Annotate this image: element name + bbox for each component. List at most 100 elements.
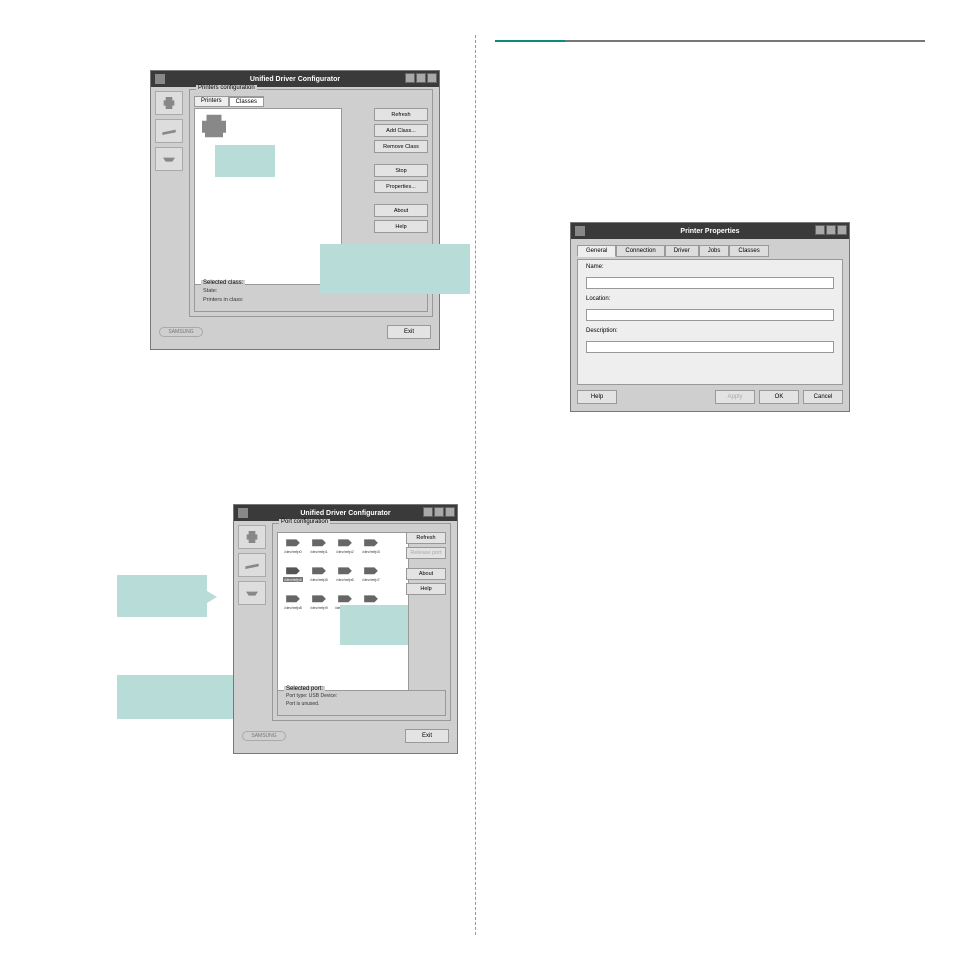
section-rule xyxy=(495,40,925,42)
minimize-button[interactable] xyxy=(405,73,415,83)
properties-button[interactable]: Properties... xyxy=(374,180,428,193)
module-sidebar xyxy=(238,525,268,609)
ports-module-icon[interactable] xyxy=(238,581,266,605)
exit-button[interactable]: Exit xyxy=(387,325,431,339)
tab-connection[interactable]: Connection xyxy=(616,245,664,257)
tab-printers[interactable]: Printers xyxy=(194,96,229,107)
help-button[interactable]: Help xyxy=(406,583,446,595)
port-icon xyxy=(284,592,302,604)
dialog-button-bar: Help Apply OK Cancel xyxy=(577,390,843,406)
remove-class-button[interactable]: Remove Class xyxy=(374,140,428,153)
tab-driver[interactable]: Driver xyxy=(665,245,699,257)
window-driver-configurator-ports: Unified Driver Configurator Port configu… xyxy=(233,504,458,754)
state-label: State: xyxy=(203,288,217,294)
window-footer: SAMSUNG Exit xyxy=(159,323,431,341)
close-button[interactable] xyxy=(837,225,847,235)
port-item[interactable]: /dev/mfp0 xyxy=(281,536,305,562)
tab-general[interactable]: General xyxy=(577,245,616,257)
location-label: Location: xyxy=(586,296,834,302)
location-field-row: Location: xyxy=(586,296,834,321)
help-button[interactable]: Help xyxy=(374,220,428,233)
printer-module-icon[interactable] xyxy=(238,525,266,549)
printer-module-icon[interactable] xyxy=(155,91,183,115)
port-item[interactable]: /dev/mfp1 xyxy=(307,536,331,562)
minimize-button[interactable] xyxy=(826,225,836,235)
add-class-button[interactable]: Add Class... xyxy=(374,124,428,137)
port-item-selected[interactable]: /dev/mfp4 xyxy=(281,564,305,590)
port-item[interactable]: /dev/mfp3 xyxy=(359,536,383,562)
module-sidebar xyxy=(155,91,185,175)
class-action-buttons: Refresh Add Class... Remove Class Stop P… xyxy=(374,108,428,236)
ports-module-icon[interactable] xyxy=(155,147,183,171)
tab-classes[interactable]: Classes xyxy=(229,96,264,107)
brand-logo: SAMSUNG xyxy=(159,327,203,337)
port-status-label: Port is unused. xyxy=(286,701,319,707)
window-printer-properties: Printer Properties General Connection Dr… xyxy=(570,222,850,412)
titlebar: Printer Properties xyxy=(571,223,849,239)
stop-button[interactable]: Stop xyxy=(374,164,428,177)
ports-pane: /dev/mfp0 /dev/mfp1 /dev/mfp2 /dev/mfp3 … xyxy=(277,532,409,692)
port-item[interactable]: /dev/mfp6 xyxy=(333,564,357,590)
port-item[interactable]: /dev/mfp7 xyxy=(359,564,383,590)
port-label: /dev/mfp2 xyxy=(336,549,354,554)
annotation-callout xyxy=(215,145,275,177)
apply-button[interactable]: Apply xyxy=(715,390,755,404)
close-button[interactable] xyxy=(427,73,437,83)
annotation-callout xyxy=(340,605,408,645)
port-icon xyxy=(284,536,302,548)
port-type-label: Port type: USB Device: xyxy=(286,693,337,699)
port-label: /dev/mfp9 xyxy=(310,605,328,610)
scanner-module-icon[interactable] xyxy=(238,553,266,577)
annotation-callout xyxy=(320,244,470,294)
maximize-button[interactable] xyxy=(416,73,426,83)
cancel-button[interactable]: Cancel xyxy=(803,390,843,404)
help-hint-button[interactable] xyxy=(815,225,825,235)
general-tab-panel: Name: Location: Description: xyxy=(577,259,843,385)
window-title: Unified Driver Configurator xyxy=(250,76,340,83)
selected-class-caption: Selected class: xyxy=(201,280,245,286)
tab-classes[interactable]: Classes xyxy=(729,245,768,257)
group-label: Port configuration xyxy=(279,519,330,525)
port-item[interactable]: /dev/mfp5 xyxy=(307,564,331,590)
refresh-button[interactable]: Refresh xyxy=(374,108,428,121)
port-icon xyxy=(336,536,354,548)
port-icon xyxy=(336,592,354,604)
annotation-callout-selected-port xyxy=(117,675,237,719)
port-item[interactable]: /dev/mfp8 xyxy=(281,592,305,618)
scanner-module-icon[interactable] xyxy=(155,119,183,143)
release-port-button[interactable]: Release port xyxy=(406,547,446,559)
port-icon xyxy=(336,564,354,576)
port-item[interactable]: /dev/mfp2 xyxy=(333,536,357,562)
exit-button[interactable]: Exit xyxy=(405,729,449,743)
port-item[interactable]: /dev/mfp9 xyxy=(307,592,331,618)
window-driver-configurator-classes: Unified Driver Configurator Printers con… xyxy=(150,70,440,350)
config-tabs: Printers Classes xyxy=(194,96,264,107)
port-icon xyxy=(362,592,380,604)
port-action-buttons: Refresh Release port About Help xyxy=(406,532,446,598)
app-icon xyxy=(238,508,248,518)
about-button[interactable]: About xyxy=(406,568,446,580)
port-label: /dev/mfp6 xyxy=(336,577,354,582)
description-label: Description: xyxy=(586,328,834,334)
description-field-row: Description: xyxy=(586,328,834,353)
location-input[interactable] xyxy=(586,309,834,321)
maximize-button[interactable] xyxy=(434,507,444,517)
help-button[interactable]: Help xyxy=(577,390,617,404)
minimize-button[interactable] xyxy=(423,507,433,517)
port-configuration-group: Port configuration /dev/mfp0 /dev/mfp1 /… xyxy=(272,523,451,721)
name-input[interactable] xyxy=(586,277,834,289)
window-title: Unified Driver Configurator xyxy=(300,510,390,517)
description-input[interactable] xyxy=(586,341,834,353)
close-button[interactable] xyxy=(445,507,455,517)
tab-jobs[interactable]: Jobs xyxy=(699,245,730,257)
port-label: /dev/mfp4 xyxy=(283,577,303,582)
selected-port-panel: Selected port: Port type: USB Device: Po… xyxy=(277,690,446,716)
selected-port-caption: Selected port: xyxy=(284,686,325,692)
port-label: /dev/mfp7 xyxy=(362,577,380,582)
port-icon xyxy=(362,536,380,548)
group-label: Printers configuration xyxy=(196,85,257,91)
about-button[interactable]: About xyxy=(374,204,428,217)
app-icon xyxy=(155,74,165,84)
ok-button[interactable]: OK xyxy=(759,390,799,404)
refresh-button[interactable]: Refresh xyxy=(406,532,446,544)
